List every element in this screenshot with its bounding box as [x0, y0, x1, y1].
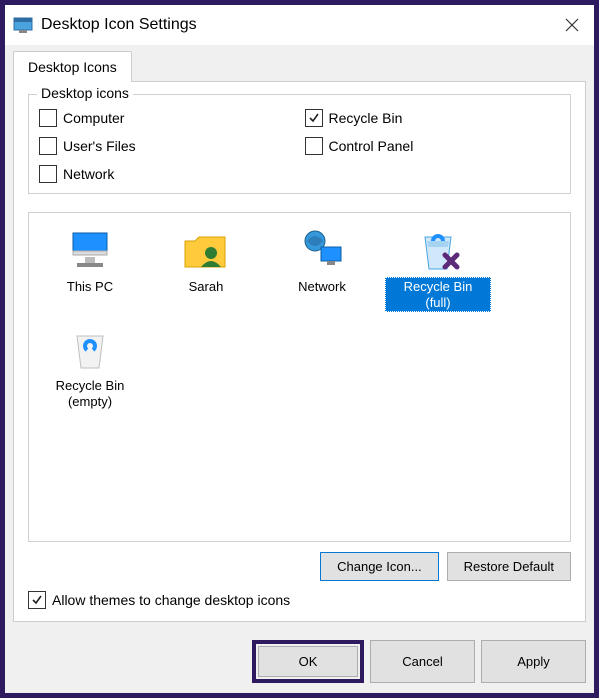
checkbox-grid: Computer Recycle Bin User's Files Contro… — [39, 109, 560, 183]
checkbox-box — [28, 591, 46, 609]
preview-item-label: This PC — [62, 277, 118, 297]
checkbox-box — [39, 137, 57, 155]
groupbox-label: Desktop icons — [37, 85, 133, 101]
checkbox-network[interactable]: Network — [39, 165, 295, 183]
checkbox-label: User's Files — [63, 138, 136, 154]
checkbox-label: Recycle Bin — [329, 110, 403, 126]
recycle-empty-icon — [65, 326, 115, 374]
apply-button[interactable]: Apply — [481, 640, 586, 683]
network-icon — [297, 227, 347, 275]
preview-item-label: Recycle Bin (empty) — [37, 376, 143, 411]
cancel-button[interactable]: Cancel — [370, 640, 475, 683]
ok-highlight-box: OK — [252, 640, 364, 683]
preview-item-recycle-empty[interactable]: Recycle Bin (empty) — [35, 322, 145, 415]
checkbox-computer[interactable]: Computer — [39, 109, 295, 127]
restore-default-button[interactable]: Restore Default — [447, 552, 571, 581]
checkbox-control-panel[interactable]: Control Panel — [305, 137, 561, 155]
preview-item-label: Recycle Bin (full) — [385, 277, 491, 312]
preview-item-recycle-full[interactable]: Recycle Bin (full) — [383, 223, 493, 316]
tab-row: Desktop Icons — [13, 51, 586, 82]
close-button[interactable] — [558, 11, 586, 39]
tab-content: Desktop icons Computer Recycle Bin User'… — [13, 81, 586, 622]
preview-item-network[interactable]: Network — [267, 223, 377, 316]
check-icon — [31, 594, 43, 606]
preview-item-this-pc[interactable]: This PC — [35, 223, 145, 316]
window-title: Desktop Icon Settings — [41, 16, 558, 34]
icon-preview: This PC Sarah Network — [28, 212, 571, 542]
dialog-footer: OK Cancel Apply — [5, 630, 594, 693]
monitor-icon — [65, 227, 115, 275]
dialog-window: Desktop Icon Settings Desktop Icons Desk… — [5, 5, 594, 693]
close-icon — [565, 18, 579, 32]
checkbox-label: Control Panel — [329, 138, 414, 154]
ok-button[interactable]: OK — [258, 646, 358, 677]
tab-desktop-icons[interactable]: Desktop Icons — [13, 51, 132, 82]
checkbox-box — [305, 109, 323, 127]
app-icon — [13, 16, 33, 34]
recycle-full-icon — [413, 227, 463, 275]
titlebar: Desktop Icon Settings — [5, 5, 594, 45]
preview-item-sarah[interactable]: Sarah — [151, 223, 261, 316]
checkbox-box — [39, 165, 57, 183]
user-folder-icon — [181, 227, 231, 275]
checkbox-label: Network — [63, 166, 114, 182]
checkbox-box — [39, 109, 57, 127]
preview-item-label: Network — [293, 277, 351, 297]
icon-button-row: Change Icon... Restore Default — [28, 552, 571, 581]
checkbox-allow-themes[interactable]: Allow themes to change desktop icons — [28, 591, 571, 609]
checkbox-recycle-bin[interactable]: Recycle Bin — [305, 109, 561, 127]
change-icon-button[interactable]: Change Icon... — [320, 552, 439, 581]
checkbox-users-files[interactable]: User's Files — [39, 137, 295, 155]
dialog-body: Desktop Icons Desktop icons Computer Rec… — [5, 45, 594, 630]
checkbox-label: Allow themes to change desktop icons — [52, 592, 290, 608]
checkbox-box — [305, 137, 323, 155]
preview-item-label: Sarah — [184, 277, 229, 297]
check-icon — [308, 112, 320, 124]
groupbox-desktop-icons: Desktop icons Computer Recycle Bin User'… — [28, 94, 571, 194]
checkbox-label: Computer — [63, 110, 124, 126]
